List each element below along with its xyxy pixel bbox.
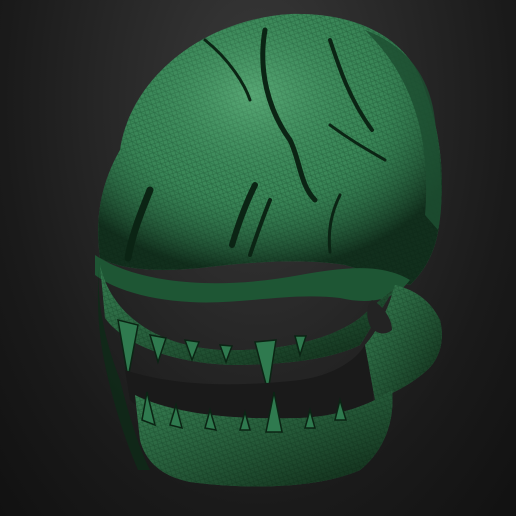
- 3d-viewport[interactable]: [0, 0, 516, 516]
- mask-mesh-render: [95, 13, 442, 487]
